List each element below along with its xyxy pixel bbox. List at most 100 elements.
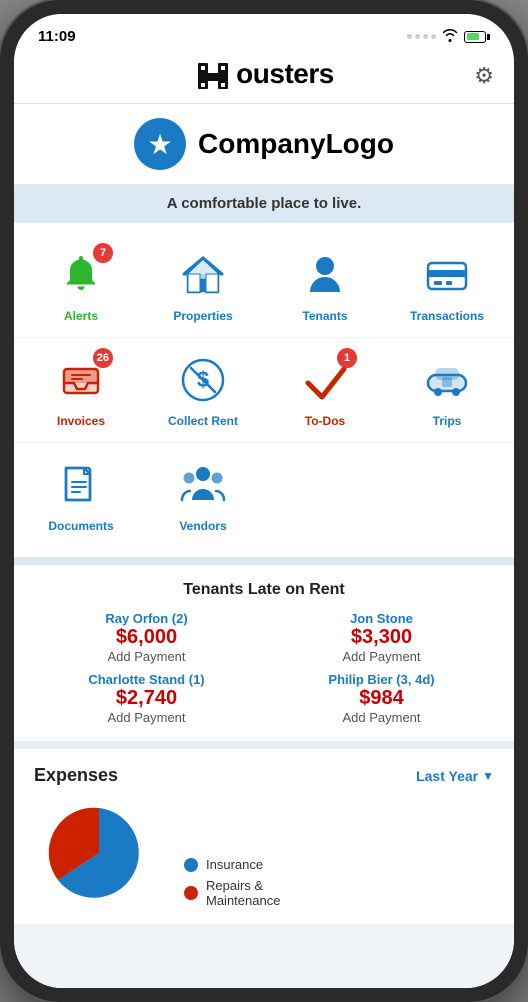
empty-cell-1 [264, 447, 386, 543]
expenses-header: Expenses Last Year ▼ [34, 765, 494, 786]
signal-dot [431, 34, 436, 39]
status-icons [407, 28, 490, 45]
empty-cell-2 [386, 447, 508, 543]
transactions-label: Transactions [410, 309, 484, 323]
todos-label: To-Dos [305, 414, 345, 428]
battery-icon [464, 31, 490, 43]
menu-item-tenants[interactable]: Tenants [264, 237, 386, 333]
chart-area: Insurance Repairs &Maintenance [34, 798, 494, 924]
menu-item-properties[interactable]: Properties [142, 237, 264, 333]
trips-icon-wrapper [419, 352, 475, 408]
invoices-label: Invoices [57, 414, 105, 428]
company-star-icon: ★ [147, 128, 172, 161]
menu-row-2: 26 Invoices [14, 338, 514, 443]
invoices-badge: 26 [93, 348, 113, 368]
documents-icon [56, 460, 106, 510]
main-content: 7 Alerts [14, 223, 514, 988]
legend-item-repairs: Repairs &Maintenance [184, 878, 280, 908]
collect-rent-icon-wrapper: $ [175, 352, 231, 408]
collect-rent-label: Collect Rent [168, 414, 238, 428]
transactions-icon-wrapper [419, 247, 475, 303]
tenant-item-ray: Ray Orfon (2) $6,000 Add Payment [34, 611, 259, 664]
documents-icon-wrapper [53, 457, 109, 513]
add-payment-philip[interactable]: Add Payment [342, 710, 420, 725]
properties-label: Properties [173, 309, 232, 323]
late-rent-title: Tenants Late on Rent [34, 581, 494, 599]
tenant-amount-jon: $3,300 [351, 626, 412, 649]
company-logo-circle: ★ [134, 118, 186, 170]
signal-dots [407, 34, 436, 39]
tenant-name-philip: Philip Bier (3, 4d) [328, 672, 434, 687]
expenses-title: Expenses [34, 765, 118, 786]
tenant-name-ray: Ray Orfon (2) [105, 611, 187, 626]
add-payment-ray[interactable]: Add Payment [107, 649, 185, 664]
menu-item-todos[interactable]: 1 To-Dos [264, 342, 386, 438]
trips-icon [422, 355, 472, 405]
expenses-section: Expenses Last Year ▼ [14, 749, 514, 924]
vendors-icon [178, 460, 228, 510]
expenses-legend: Insurance Repairs &Maintenance [184, 857, 280, 908]
expense-pie-chart [34, 798, 164, 908]
signal-dot [415, 34, 420, 39]
company-name: CompanyLogo [198, 128, 394, 160]
phone-frame: 11:09 [0, 0, 528, 1002]
menu-item-vendors[interactable]: Vendors [142, 447, 264, 543]
status-time: 11:09 [38, 28, 76, 45]
legend-label-insurance: Insurance [206, 857, 263, 872]
menu-row-1: 7 Alerts [14, 223, 514, 338]
legend-dot-repairs [184, 886, 198, 900]
status-bar: 11:09 [14, 14, 514, 49]
menu-item-alerts[interactable]: 7 Alerts [20, 237, 142, 333]
add-payment-charlotte[interactable]: Add Payment [107, 710, 185, 725]
invoices-icon-wrapper: 26 [53, 352, 109, 408]
menu-item-invoices[interactable]: 26 Invoices [20, 342, 142, 438]
vendors-icon-wrapper [175, 457, 231, 513]
legend-item-insurance: Insurance [184, 857, 280, 872]
legend-dot-insurance [184, 858, 198, 872]
late-rent-section: Tenants Late on Rent Ray Orfon (2) $6,00… [14, 565, 514, 749]
menu-row-3: Documents [14, 443, 514, 565]
properties-icon-wrapper [175, 247, 231, 303]
tenant-amount-philip: $984 [359, 687, 404, 710]
legend-label-repairs: Repairs &Maintenance [206, 878, 280, 908]
menu-item-transactions[interactable]: Transactions [386, 237, 508, 333]
tenant-item-philip: Philip Bier (3, 4d) $984 Add Payment [269, 672, 494, 725]
expenses-filter-label: Last Year [416, 768, 478, 784]
tenant-name-charlotte: Charlotte Stand (1) [88, 672, 204, 687]
alerts-label: Alerts [64, 309, 98, 323]
tenant-amount-charlotte: $2,740 [116, 687, 177, 710]
tenant-grid: Ray Orfon (2) $6,000 Add Payment Jon Sto… [34, 611, 494, 725]
menu-item-collect-rent[interactable]: $ Collect Rent [142, 342, 264, 438]
app-header: ousters ⚙ [14, 49, 514, 104]
vendors-label: Vendors [179, 519, 226, 533]
todos-icon-wrapper: 1 [297, 352, 353, 408]
wifi-icon [441, 28, 459, 45]
transactions-icon [422, 250, 472, 300]
phone-inner: 11:09 [14, 14, 514, 988]
alerts-icon-wrapper: 7 [53, 247, 109, 303]
menu-item-trips[interactable]: Trips [386, 342, 508, 438]
menu-item-documents[interactable]: Documents [20, 447, 142, 543]
collect-rent-icon: $ [178, 355, 228, 405]
logo-building-icon [194, 55, 232, 93]
tenant-item-jon: Jon Stone $3,300 Add Payment [269, 611, 494, 664]
add-payment-jon[interactable]: Add Payment [342, 649, 420, 664]
screen: 11:09 [14, 14, 514, 988]
settings-button[interactable]: ⚙ [474, 63, 494, 89]
tenants-label: Tenants [302, 309, 347, 323]
tenants-icon [300, 250, 350, 300]
logo-text: ousters [236, 58, 334, 90]
tenant-name-jon: Jon Stone [350, 611, 413, 626]
tagline-bar: A comfortable place to live. [14, 185, 514, 223]
alerts-badge: 7 [93, 243, 113, 263]
tenants-icon-wrapper [297, 247, 353, 303]
tenant-amount-ray: $6,000 [116, 626, 177, 649]
expenses-filter[interactable]: Last Year ▼ [416, 768, 494, 784]
tenant-item-charlotte: Charlotte Stand (1) $2,740 Add Payment [34, 672, 259, 725]
todos-badge: 1 [337, 348, 357, 368]
documents-label: Documents [48, 519, 113, 533]
tagline-text: A comfortable place to live. [167, 195, 362, 212]
signal-dot [407, 34, 412, 39]
app-logo: ousters [194, 55, 334, 93]
signal-dot [423, 34, 428, 39]
